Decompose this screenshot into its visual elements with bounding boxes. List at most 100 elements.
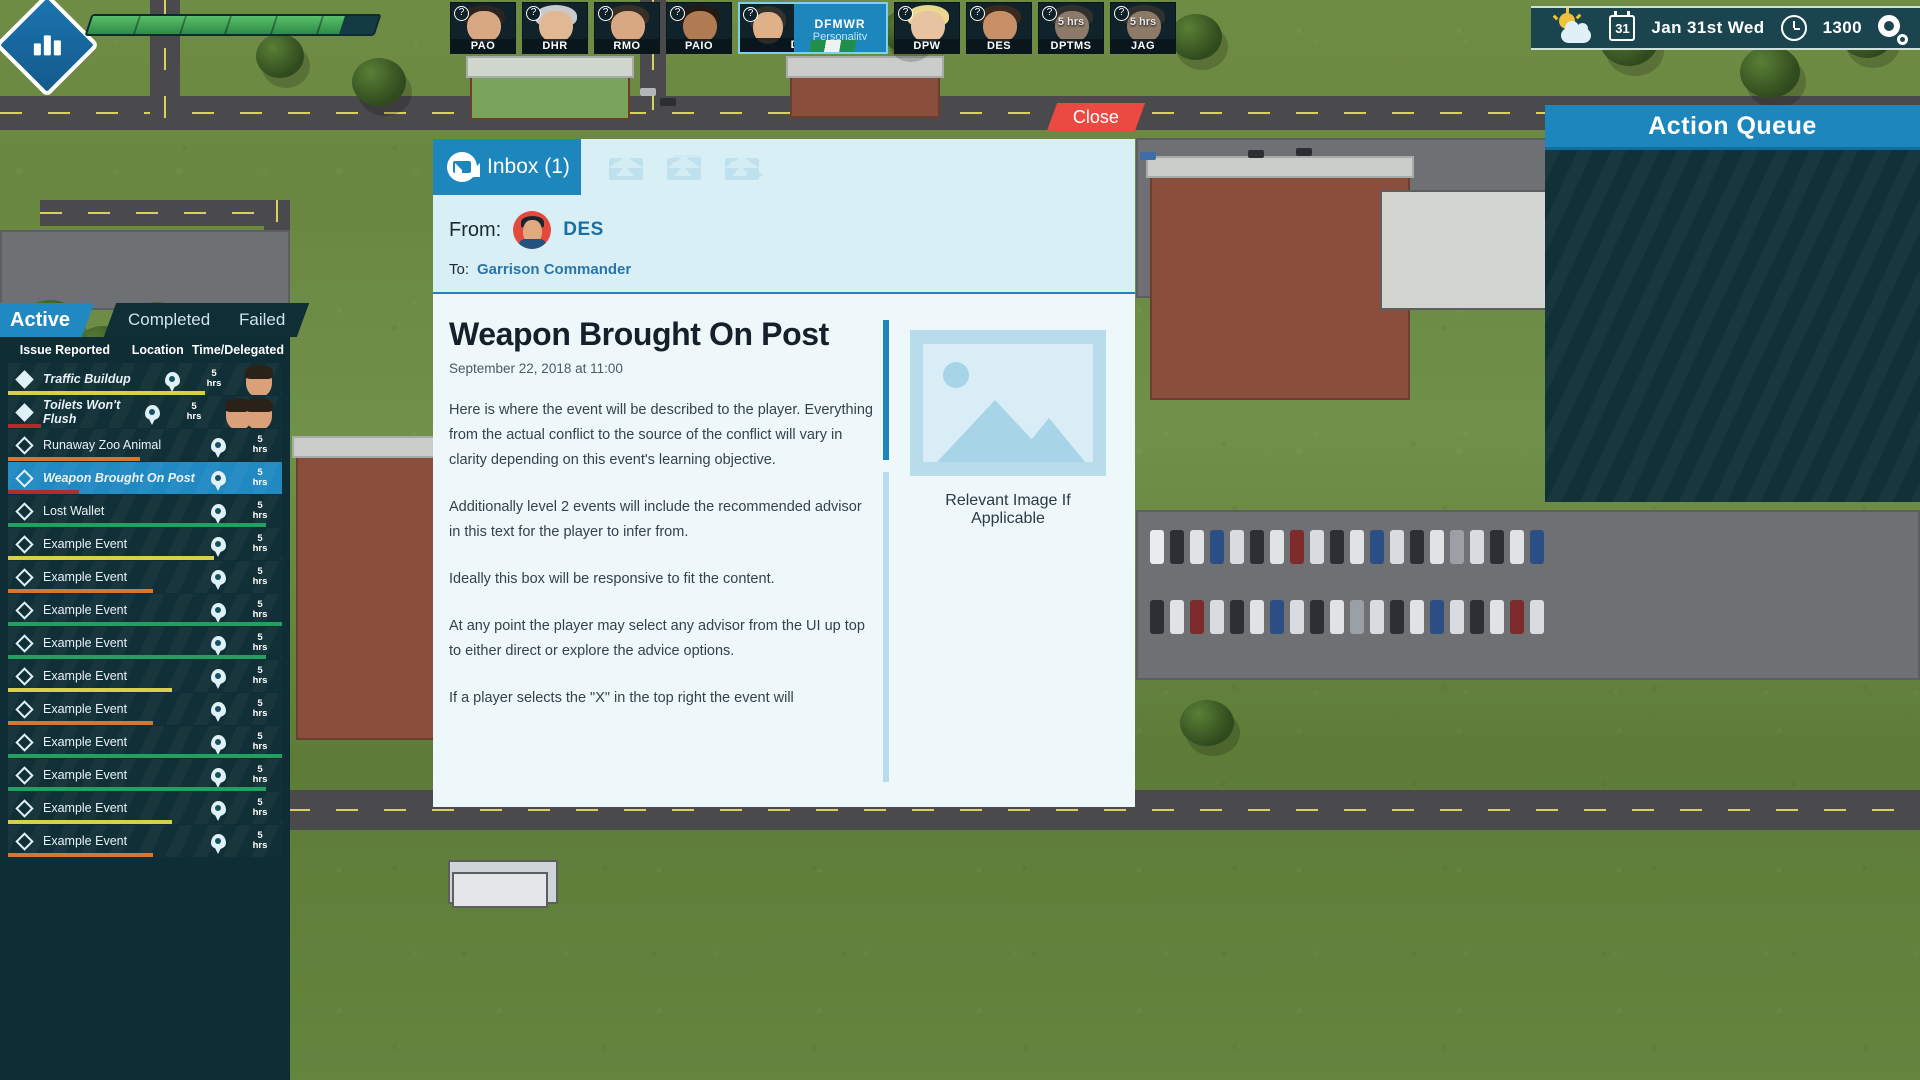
location-pin-icon[interactable]: [198, 437, 238, 458]
advisor-dhr[interactable]: ? DHR: [522, 2, 588, 54]
table-row[interactable]: Example Event 5 hrs: [8, 792, 282, 824]
table-row[interactable]: Example Event 5 hrs: [8, 693, 282, 725]
location-pin-icon[interactable]: [198, 635, 238, 656]
advisor-help-icon[interactable]: ?: [454, 6, 469, 21]
progress-bar: [8, 787, 266, 791]
progress-bar: [8, 523, 266, 527]
vehicle: [1140, 152, 1156, 160]
advisor-help-icon[interactable]: ?: [743, 7, 758, 22]
advisor-dpw[interactable]: ? DPW: [894, 2, 960, 54]
tree: [1180, 700, 1234, 746]
location-pin-icon[interactable]: [198, 668, 238, 689]
tab-failed[interactable]: Failed: [214, 303, 310, 337]
table-row[interactable]: Example Event 5 hrs: [8, 726, 282, 758]
advisor-dptms[interactable]: ? 5 hrs DPTMS: [1038, 2, 1104, 54]
progress-bar: [8, 688, 173, 692]
building-roof: [292, 436, 440, 458]
from-name[interactable]: DES: [563, 219, 604, 241]
table-row[interactable]: Example Event 5 hrs: [8, 825, 282, 857]
close-button-label: Close: [1072, 106, 1120, 127]
issue-name: Example Event: [43, 768, 128, 782]
advisor-help-icon[interactable]: ?: [598, 6, 613, 21]
tab-completed[interactable]: Completed: [103, 303, 235, 337]
building-cdc[interactable]: [466, 56, 634, 120]
tree: [352, 58, 406, 106]
parking-row-upper: [1150, 530, 1544, 564]
advisor-label: PAIO: [667, 39, 731, 53]
location-pin-icon[interactable]: [152, 371, 192, 392]
issue-tabs[interactable]: Active Completed Failed: [0, 303, 310, 337]
progress-bar: [8, 721, 154, 725]
vehicle: [1248, 150, 1264, 158]
progress-bar: [8, 622, 282, 626]
location-pin-icon[interactable]: [198, 569, 238, 590]
avatar[interactable]: [236, 396, 282, 428]
advisor-detail-title: DFMWR: [814, 17, 866, 31]
table-row[interactable]: Example Event 5 hrs: [8, 759, 282, 791]
table-row[interactable]: Example Event 5 hrs: [8, 660, 282, 692]
advisor-rmo[interactable]: ? RMO: [594, 2, 660, 54]
location-pin-icon[interactable]: [198, 767, 238, 788]
building-brick-right[interactable]: [1146, 156, 1414, 400]
issue-name: Example Event: [43, 603, 128, 617]
table-row[interactable]: Lost Wallet 5 hrs: [8, 495, 282, 527]
location-pin-icon[interactable]: [132, 404, 172, 425]
scrollbar-track[interactable]: [883, 472, 889, 782]
parking-row-lower: [1150, 600, 1544, 634]
building-brick-mid[interactable]: [292, 436, 440, 740]
table-row[interactable]: Runaway Zoo Animal 5 hrs: [8, 429, 282, 461]
action-queue-list[interactable]: [1545, 147, 1920, 502]
avatar[interactable]: [513, 211, 552, 249]
location-pin-icon[interactable]: [198, 701, 238, 722]
avatar[interactable]: [236, 363, 282, 395]
issue-name: Example Event: [43, 537, 128, 551]
advisor-des[interactable]: ? DES: [966, 2, 1032, 54]
advisor-help-icon[interactable]: ?: [1114, 6, 1129, 21]
issue-name: Traffic Buildup: [43, 372, 131, 386]
tab-active[interactable]: Active: [0, 303, 95, 337]
table-row[interactable]: Example Event 5 hrs: [8, 594, 282, 626]
inbox-toolbar[interactable]: [581, 139, 1135, 195]
building-brick-center[interactable]: [786, 56, 944, 118]
mark-all-read-icon[interactable]: [667, 154, 701, 180]
location-pin-icon[interactable]: [198, 734, 238, 755]
column-header-location: Location: [131, 343, 184, 357]
advisor-help-icon[interactable]: ?: [670, 6, 685, 21]
location-pin-icon[interactable]: [198, 602, 238, 623]
image-placeholder-icon: [910, 330, 1106, 476]
table-row[interactable]: Toilets Won't Flush 5 hrs: [8, 396, 282, 428]
location-pin-icon[interactable]: [198, 536, 238, 557]
table-row[interactable]: Example Event 5 hrs: [8, 528, 282, 560]
location-pin-icon[interactable]: [198, 800, 238, 821]
advisor-paio[interactable]: ? PAIO: [666, 2, 732, 54]
close-button[interactable]: Close: [1046, 103, 1146, 131]
issue-rows[interactable]: Traffic Buildup 5 hrs Toilets Won't Flush 5 h…: [0, 363, 290, 857]
table-row[interactable]: Traffic Buildup 5 hrs: [8, 363, 282, 395]
advisor-help-icon[interactable]: ?: [898, 6, 913, 21]
message-body: Here is where the event will be describe…: [449, 398, 873, 711]
message-scrollbar[interactable]: [883, 320, 889, 807]
advisor-dfmwr[interactable]: ?DFMWRDFMWRPersonality: [738, 2, 888, 54]
advisor-jag[interactable]: ? 5 hrs JAG: [1110, 2, 1176, 54]
advisor-help-icon[interactable]: ?: [526, 6, 541, 21]
advisor-help-icon[interactable]: ?: [1042, 6, 1057, 21]
table-row[interactable]: Weapon Brought On Post 5 hrs: [8, 462, 282, 494]
progress-bar: [8, 820, 173, 824]
forward-icon[interactable]: [725, 154, 763, 180]
table-row[interactable]: Example Event 5 hrs: [8, 561, 282, 593]
advisor-help-icon[interactable]: ?: [970, 6, 985, 21]
advisor-pao[interactable]: ? PAO: [450, 2, 516, 54]
inbox-tab[interactable]: Inbox (1): [433, 139, 581, 195]
issue-time: 5 hrs: [206, 368, 222, 389]
location-pin-icon[interactable]: [198, 470, 238, 491]
advisor-bar[interactable]: ?PAO?DHR?RMO?PAIO?DFMWRDFMWRPersonality?…: [450, 2, 1176, 54]
mark-read-icon[interactable]: [609, 154, 643, 180]
gear-icon[interactable]: [1878, 15, 1908, 45]
table-row[interactable]: Example Event 5 hrs: [8, 627, 282, 659]
location-pin-icon[interactable]: [198, 833, 238, 854]
issue-column-headers: Issue Reported Location Time/Delegated: [0, 337, 290, 363]
issue-time: 5 hrs: [252, 830, 268, 851]
location-pin-icon[interactable]: [198, 503, 238, 524]
issue-name: Example Event: [43, 570, 128, 584]
scrollbar-thumb[interactable]: [883, 320, 889, 460]
